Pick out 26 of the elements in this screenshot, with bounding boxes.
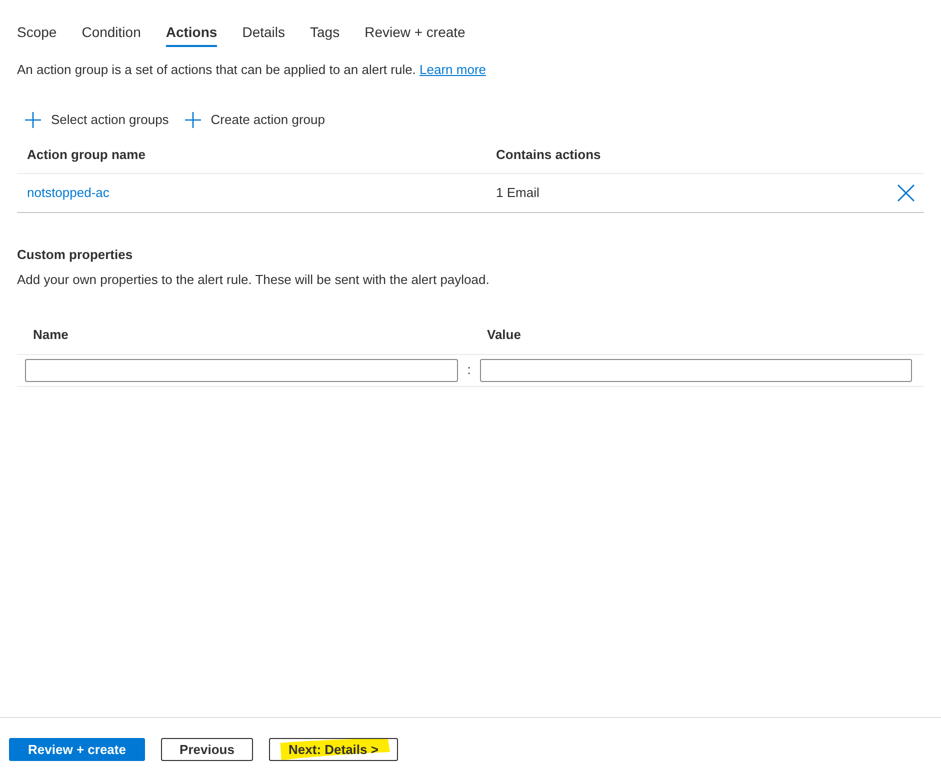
plus-icon — [184, 112, 201, 128]
action-group-link[interactable]: notstopped-ac — [27, 182, 496, 202]
column-header: Action group name — [27, 146, 146, 164]
tab[interactable]: Review + create — [364, 19, 466, 47]
close-button[interactable] — [897, 184, 915, 202]
section-title: Custom properties — [17, 246, 134, 264]
tab[interactable]: Condition — [82, 19, 141, 47]
review-create-button[interactable]: Review + create — [9, 738, 145, 761]
nav-button[interactable]: Previous — [161, 738, 253, 761]
tab[interactable]: Scope — [17, 19, 57, 47]
tab[interactable]: Tags — [310, 19, 340, 47]
section-description: Add your own properties to the alert rule. These will be sent with the alert payload. — [17, 271, 490, 289]
intro-text: An action group is a set of actions that can be applied to an alert rule. — [17, 62, 417, 77]
table-cell-text: 1 Email — [496, 184, 540, 202]
column-header: Contains actions — [496, 146, 601, 164]
name-input-field[interactable] — [25, 358, 458, 382]
column-header: Name — [33, 326, 70, 344]
learn-more-link[interactable]: Learn more — [420, 62, 486, 77]
value-input-field[interactable] — [480, 358, 912, 382]
column-header: Value — [487, 326, 521, 344]
separator-colon: : — [466, 361, 472, 380]
toolbar-button[interactable]: Select action groups — [25, 110, 169, 130]
plus-icon — [25, 112, 41, 128]
toolbar-button[interactable]: Create action group — [184, 110, 325, 130]
tab[interactable]: Details — [242, 19, 285, 47]
tab[interactable]: Actions — [166, 19, 218, 47]
